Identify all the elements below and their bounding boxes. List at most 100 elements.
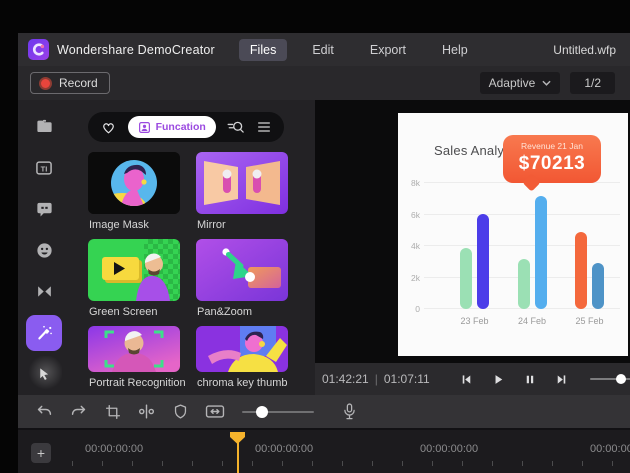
sidebar-item-cursor[interactable] bbox=[25, 354, 63, 395]
pause-button[interactable] bbox=[524, 373, 536, 386]
timeline-ticks bbox=[18, 461, 630, 467]
tab-funcation[interactable]: Funcation bbox=[128, 116, 216, 138]
timeline-tick bbox=[462, 461, 463, 466]
effect-label: Mirror bbox=[197, 219, 288, 231]
effect-pan-zoom[interactable]: Pan&Zoom bbox=[196, 239, 288, 326]
effect-label: Green Screen bbox=[89, 306, 180, 318]
app-title: Wondershare DemoCreator bbox=[57, 43, 215, 57]
microphone-button[interactable] bbox=[339, 401, 360, 422]
y-axis-tick-label: 8k bbox=[402, 178, 420, 188]
effect-image-mask[interactable]: Image Mask bbox=[88, 152, 180, 239]
thumbnail-art-green-screen bbox=[88, 239, 180, 301]
transition-icon bbox=[26, 274, 62, 310]
sidebar-item-stickers[interactable] bbox=[25, 230, 63, 271]
effect-chroma-key[interactable]: chroma key thumb bbox=[196, 326, 288, 397]
timeline-tick bbox=[72, 461, 73, 466]
play-button[interactable] bbox=[492, 373, 505, 386]
resolution-value: Adaptive bbox=[489, 76, 536, 90]
effect-label: Portrait Recognition bbox=[89, 377, 180, 389]
chart-bar-group: 23 Feb bbox=[460, 214, 489, 309]
menu-files[interactable]: Files bbox=[239, 39, 287, 61]
timeline-zoom-slider[interactable] bbox=[242, 406, 314, 418]
x-axis-tick-label: 24 Feb bbox=[518, 316, 546, 326]
menu-edit[interactable]: Edit bbox=[301, 39, 345, 61]
chart-bar bbox=[518, 259, 530, 309]
sidebar-item-media[interactable] bbox=[25, 106, 63, 147]
chart-bar-group: 24 Feb bbox=[518, 196, 547, 309]
timeline-tick bbox=[282, 461, 283, 466]
redo-button[interactable] bbox=[68, 401, 89, 422]
timecode-current: 01:42:21 bbox=[322, 372, 369, 386]
effect-label: Image Mask bbox=[89, 219, 180, 231]
crop-button[interactable] bbox=[102, 401, 123, 422]
split-button[interactable] bbox=[136, 401, 157, 422]
chart-bar-group: 25 Feb bbox=[575, 232, 604, 309]
record-button[interactable]: Record bbox=[30, 72, 110, 94]
timeline-tick bbox=[432, 461, 433, 466]
timeline-timestamp: 00:00:00:00 bbox=[590, 443, 630, 455]
tool-sidebar: TI bbox=[18, 100, 70, 395]
timeline-tick bbox=[522, 461, 523, 466]
timeline-tick bbox=[342, 461, 343, 466]
add-track-button[interactable]: + bbox=[31, 443, 51, 463]
person-frame-icon bbox=[138, 121, 151, 134]
thumbnail-art-chroma-key bbox=[196, 326, 288, 372]
app-logo-icon bbox=[28, 39, 49, 60]
thumbnail-art-mirror bbox=[196, 152, 288, 214]
record-label: Record bbox=[59, 76, 98, 90]
effect-green-screen[interactable]: Green Screen bbox=[88, 239, 180, 326]
revenue-callout: Revenue 21 Jan $70213 bbox=[503, 135, 601, 183]
slider-knob[interactable] bbox=[256, 406, 268, 418]
previous-frame-button[interactable] bbox=[460, 373, 473, 386]
effect-label: chroma key thumb bbox=[197, 377, 288, 389]
timeline-tick bbox=[402, 461, 403, 466]
fit-width-button[interactable] bbox=[204, 401, 225, 422]
sidebar-item-effects[interactable] bbox=[25, 312, 63, 353]
sidebar-item-captions[interactable] bbox=[25, 189, 63, 230]
search-icon[interactable] bbox=[226, 119, 245, 135]
chart-bar bbox=[592, 263, 604, 309]
shield-button[interactable] bbox=[170, 401, 191, 422]
timecode: 01:42:21 | 01:07:11 bbox=[322, 372, 430, 386]
next-frame-button[interactable] bbox=[555, 373, 568, 386]
callout-label: Revenue 21 Jan bbox=[507, 141, 597, 151]
text-tool-icon: TI bbox=[26, 150, 62, 186]
effects-grid: Image Mask bbox=[70, 146, 315, 397]
timeline-timestamp: 00:00:00:00 bbox=[255, 443, 313, 455]
timeline-tick bbox=[372, 461, 373, 466]
y-axis-tick-label: 6k bbox=[402, 210, 420, 220]
effect-mirror[interactable]: Mirror bbox=[196, 152, 288, 239]
favorites-heart-icon[interactable] bbox=[100, 119, 117, 136]
menu-export[interactable]: Export bbox=[359, 39, 417, 61]
resolution-dropdown[interactable]: Adaptive bbox=[480, 72, 561, 94]
menu-hamburger-icon[interactable] bbox=[256, 120, 272, 134]
menu-help[interactable]: Help bbox=[431, 39, 479, 61]
app-window: Wondershare DemoCreator Files Edit Expor… bbox=[18, 33, 630, 473]
record-toolbar: Record Adaptive 1/2 bbox=[18, 66, 630, 100]
playback-bar: 01:42:21 | 01:07:11 bbox=[315, 363, 630, 395]
slider-knob[interactable] bbox=[616, 374, 626, 384]
folder-icon bbox=[26, 109, 62, 145]
timeline[interactable]: + 00:00:00:00 00:00:00:00 00:00:00:00 00… bbox=[18, 428, 630, 473]
chart-bar bbox=[460, 248, 472, 309]
thumbnail-art-image-mask bbox=[88, 152, 180, 214]
chart-bar bbox=[477, 214, 489, 309]
cursor-icon bbox=[26, 356, 62, 392]
sidebar-item-text[interactable]: TI bbox=[25, 147, 63, 188]
undo-button[interactable] bbox=[34, 401, 55, 422]
callout-value: $70213 bbox=[507, 153, 597, 175]
edit-toolbar bbox=[18, 395, 630, 428]
effect-portrait-recognition[interactable]: Portrait Recognition bbox=[88, 326, 180, 397]
preview-panel: Sales Analytics Revenue 21 Jan $70213 02… bbox=[315, 100, 630, 395]
playhead[interactable] bbox=[230, 430, 245, 473]
slider-track bbox=[242, 411, 314, 414]
preview-zoom-slider[interactable] bbox=[590, 374, 620, 384]
timecode-total: 01:07:11 bbox=[384, 372, 430, 386]
sidebar-item-transitions[interactable] bbox=[25, 271, 63, 312]
preview-settings: Adaptive 1/2 bbox=[480, 72, 615, 94]
y-axis-tick-label: 4k bbox=[402, 241, 420, 251]
thumbnail-art-pan-zoom bbox=[196, 239, 288, 301]
chart-bar bbox=[535, 196, 547, 309]
timeline-tick bbox=[612, 461, 613, 466]
page-indicator: 1/2 bbox=[570, 72, 615, 94]
